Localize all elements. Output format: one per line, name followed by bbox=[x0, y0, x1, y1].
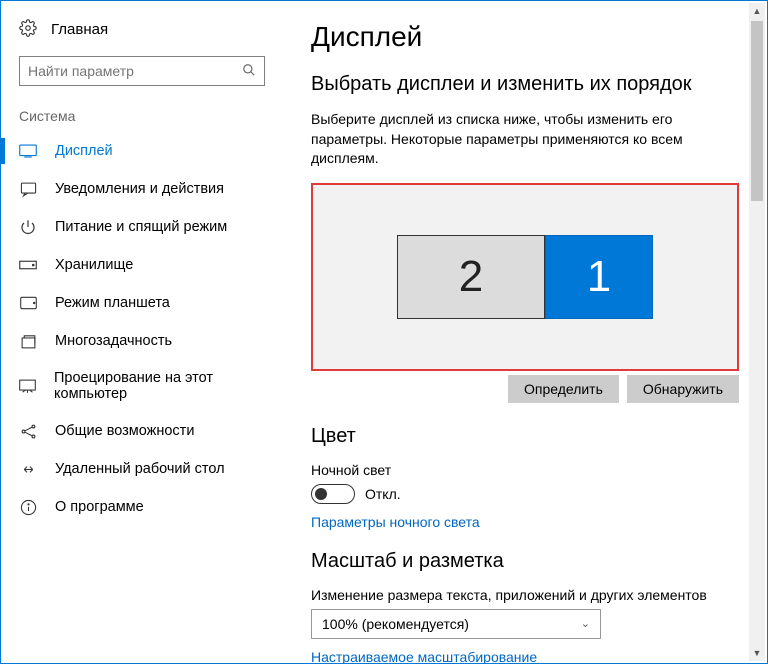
sidebar-item-display[interactable]: Дисплей bbox=[1, 132, 283, 170]
chat-icon bbox=[19, 180, 37, 198]
nav-label: О программе bbox=[55, 499, 144, 515]
select-displays-title: Выбрать дисплеи и изменить их порядок bbox=[311, 73, 739, 96]
sidebar: Главная Система Дисплей Уведомления и де… bbox=[1, 1, 283, 663]
nav-label: Питание и спящий режим bbox=[55, 219, 227, 235]
group-title: Система bbox=[1, 108, 283, 132]
sidebar-item-projecting[interactable]: Проецирование на этот компьютер bbox=[1, 360, 283, 412]
sidebar-item-remote[interactable]: Удаленный рабочий стол bbox=[1, 450, 283, 488]
nav-label: Хранилище bbox=[55, 257, 133, 273]
share-icon bbox=[19, 422, 37, 440]
multitask-icon bbox=[19, 332, 37, 350]
sidebar-item-multitask[interactable]: Многозадачность bbox=[1, 322, 283, 360]
remote-icon bbox=[19, 460, 37, 478]
monitor-1[interactable]: 1 bbox=[545, 235, 653, 319]
scrollbar[interactable]: ▲ ▼ bbox=[749, 3, 765, 661]
custom-scaling-link[interactable]: Настраиваемое масштабирование bbox=[311, 649, 537, 663]
sidebar-item-storage[interactable]: Хранилище bbox=[1, 246, 283, 284]
detect-button[interactable]: Обнаружить bbox=[627, 375, 739, 403]
scroll-up-icon[interactable]: ▲ bbox=[749, 3, 765, 19]
night-light-settings-link[interactable]: Параметры ночного света bbox=[311, 514, 739, 530]
sidebar-item-notifications[interactable]: Уведомления и действия bbox=[1, 170, 283, 208]
sidebar-item-shared[interactable]: Общие возможности bbox=[1, 412, 283, 450]
scale-title: Масштаб и разметка bbox=[311, 550, 739, 573]
select-displays-desc: Выберите дисплей из списка ниже, чтобы и… bbox=[311, 110, 739, 169]
nav-label: Проецирование на этот компьютер bbox=[54, 370, 265, 402]
scale-desc: Изменение размера текста, приложений и д… bbox=[311, 587, 739, 603]
chevron-down-icon: ⌄ bbox=[581, 617, 590, 630]
power-icon bbox=[19, 218, 37, 236]
home-link[interactable]: Главная bbox=[1, 19, 283, 56]
storage-icon bbox=[19, 256, 37, 274]
monitor-icon bbox=[19, 142, 37, 160]
search-icon bbox=[242, 63, 256, 80]
scale-value: 100% (рекомендуется) bbox=[322, 616, 469, 632]
home-label: Главная bbox=[51, 21, 108, 38]
color-title: Цвет bbox=[311, 425, 739, 448]
night-light-toggle[interactable] bbox=[311, 484, 355, 504]
nav-label: Многозадачность bbox=[55, 333, 172, 349]
display-arrangement[interactable]: 2 1 bbox=[311, 183, 739, 371]
search-box[interactable] bbox=[19, 56, 265, 86]
identify-button[interactable]: Определить bbox=[508, 375, 619, 403]
scrollbar-thumb[interactable] bbox=[751, 21, 763, 201]
nav-label: Дисплей bbox=[55, 143, 113, 159]
sidebar-item-power[interactable]: Питание и спящий режим bbox=[1, 208, 283, 246]
sidebar-item-about[interactable]: О программе bbox=[1, 488, 283, 526]
tablet-icon bbox=[19, 294, 37, 312]
night-light-label: Ночной свет bbox=[311, 462, 739, 478]
nav-label: Режим планшета bbox=[55, 295, 170, 311]
nav-label: Уведомления и действия bbox=[55, 181, 224, 197]
info-icon bbox=[19, 498, 37, 516]
nav-label: Удаленный рабочий стол bbox=[55, 461, 225, 477]
main-panel: Дисплей Выбрать дисплеи и изменить их по… bbox=[283, 1, 767, 663]
sidebar-item-tablet[interactable]: Режим планшета bbox=[1, 284, 283, 322]
toggle-state: Откл. bbox=[365, 486, 401, 502]
scale-dropdown[interactable]: 100% (рекомендуется) ⌄ bbox=[311, 609, 601, 639]
page-title: Дисплей bbox=[311, 21, 739, 53]
gear-icon bbox=[19, 19, 37, 40]
nav-label: Общие возможности bbox=[55, 423, 194, 439]
monitor-2[interactable]: 2 bbox=[397, 235, 545, 319]
scroll-down-icon[interactable]: ▼ bbox=[749, 645, 765, 661]
project-icon bbox=[19, 377, 36, 395]
search-input[interactable] bbox=[28, 63, 242, 79]
